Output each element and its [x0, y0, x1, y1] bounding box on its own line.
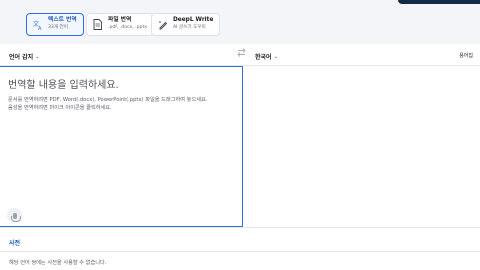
- top-nav-accent[interactable]: [398, 0, 480, 4]
- file-translation-subtitle: .pdf, .docx, .pptx: [108, 25, 147, 31]
- target-text-area[interactable]: [243, 66, 480, 227]
- file-translation-title: 파일 번역: [108, 17, 132, 24]
- text-translation-title: 텍스트 번역: [48, 17, 77, 24]
- translate-icon: 文 A: [32, 19, 43, 30]
- dictionary-divider: [0, 251, 480, 252]
- dictionary-message: 해당 언어 쌍에는 사전을 사용할 수 없습니다.: [9, 260, 107, 266]
- document-icon: [92, 19, 103, 30]
- deepl-write-title: DeepL Write: [173, 17, 214, 24]
- svg-text:A: A: [38, 26, 42, 30]
- chevron-down-icon: ⌄: [273, 53, 278, 60]
- source-language-label: 언어 감지: [9, 54, 34, 61]
- document-drag-hint: 문서를 번역하려면 PDF, Word(.docx), PowerPoint(.…: [8, 97, 208, 103]
- chevron-down-icon: ⌄: [35, 53, 40, 60]
- swap-arrows-icon[interactable]: [236, 47, 247, 58]
- microphone-button[interactable]: [7, 208, 22, 223]
- text-translation-subtitle: 33개 언어: [48, 25, 68, 31]
- microphone-icon: [10, 212, 21, 222]
- source-language-selector[interactable]: 언어 감지 ⌄: [9, 52, 40, 62]
- source-hint: 문서를 번역하려면 PDF, Word(.docx), PowerPoint(.…: [8, 96, 230, 112]
- source-placeholder: 번역할 내용을 입력하세요.: [8, 80, 119, 91]
- target-language-selector[interactable]: 한국어 ⌄: [255, 52, 278, 62]
- deepl-write-subtitle: AI 글쓰기 도우미: [173, 25, 206, 31]
- deepl-write-button[interactable]: DeepL Write AI 글쓰기 도우미: [151, 13, 221, 36]
- dictionary-section: 사전 해당 언어 쌍에는 사전을 사용할 수 없습니다.: [0, 227, 480, 270]
- dictionary-title: 사전: [9, 240, 21, 247]
- source-text-area[interactable]: 번역할 내용을 입력하세요. 문서를 번역하려면 PDF, Word(.docx…: [0, 66, 243, 227]
- glossary-button[interactable]: 용어집: [459, 52, 473, 59]
- voice-hint: 음성을 번역하려면 마이크 아이콘을 클릭하세요.: [8, 105, 112, 112]
- target-language-label: 한국어: [255, 54, 272, 61]
- file-translation-button[interactable]: 파일 번역 .pdf, .docx, .pptx: [86, 13, 154, 36]
- mode-toolbar: 文 A 텍스트 번역 33개 언어 파일 번역 .pdf, .docx, .pp…: [0, 0, 480, 44]
- text-translation-button[interactable]: 文 A 텍스트 번역 33개 언어: [26, 13, 84, 36]
- write-icon: [157, 19, 168, 30]
